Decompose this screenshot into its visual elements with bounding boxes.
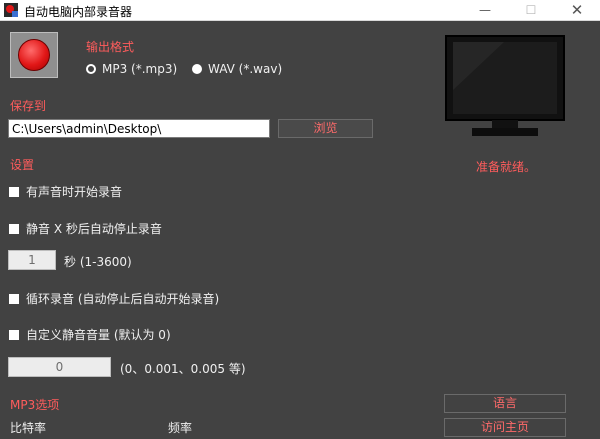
radio-mp3[interactable]: MP3 (*.mp3) — [86, 62, 177, 76]
custom-threshold-label: 自定义静音音量 (默认为 0) — [26, 328, 171, 342]
save-to-title: 保存到 — [10, 99, 47, 113]
silence-threshold-input[interactable]: 0 — [8, 357, 111, 377]
radio-selected-icon — [86, 64, 96, 74]
stop-after-silence-label: 静音 X 秒后自动停止录音 — [26, 222, 162, 236]
radio-wav-label: WAV (*.wav) — [208, 62, 283, 76]
window-title: 自动电脑内部录音器 — [24, 5, 133, 19]
radio-unselected-icon — [192, 64, 202, 74]
seconds-hint: 秒 (1-3600) — [64, 255, 132, 269]
output-format-title: 输出格式 — [86, 40, 135, 54]
start-on-sound-checkbox[interactable]: 有声音时开始录音 — [9, 183, 122, 200]
loop-record-label: 循环录音 (自动停止后自动开始录音) — [26, 292, 220, 306]
record-icon — [18, 39, 50, 71]
checkbox-box — [9, 223, 19, 234]
browse-button[interactable]: 浏览 — [278, 119, 373, 138]
checkbox-box — [9, 329, 19, 340]
minimize-button[interactable]: — — [462, 0, 508, 20]
visit-homepage-button[interactable]: 访问主页 — [444, 418, 566, 437]
silence-seconds-input[interactable]: 1 — [8, 250, 56, 270]
threshold-hint: (0、0.001、0.005 等) — [120, 362, 246, 376]
language-button[interactable]: 语言 — [444, 394, 566, 413]
save-path-input[interactable] — [8, 119, 270, 138]
checkbox-box — [9, 186, 19, 197]
settings-title: 设置 — [10, 158, 35, 172]
loop-record-checkbox[interactable]: 循环录音 (自动停止后自动开始录音) — [9, 290, 219, 307]
mp3-options-title: MP3选项 — [10, 398, 60, 412]
radio-wav[interactable]: WAV (*.wav) — [192, 62, 282, 76]
radio-mp3-label: MP3 (*.mp3) — [102, 62, 178, 76]
app-icon — [4, 3, 18, 17]
close-button[interactable]: ✕ — [554, 0, 600, 20]
custom-threshold-checkbox[interactable]: 自定义静音音量 (默认为 0) — [9, 326, 171, 343]
start-on-sound-label: 有声音时开始录音 — [26, 185, 123, 199]
title-bar: 自动电脑内部录音器 — ☐ ✕ — [0, 0, 600, 21]
maximize-button[interactable]: ☐ — [508, 0, 554, 20]
status-text: 准备就绪。 — [475, 160, 536, 174]
stop-after-silence-checkbox[interactable]: 静音 X 秒后自动停止录音 — [9, 220, 162, 237]
bitrate-label: 比特率 — [10, 421, 47, 435]
checkbox-box — [9, 293, 19, 304]
frequency-label: 频率 — [168, 421, 193, 435]
monitor-icon — [445, 35, 565, 136]
record-button[interactable] — [10, 32, 58, 78]
